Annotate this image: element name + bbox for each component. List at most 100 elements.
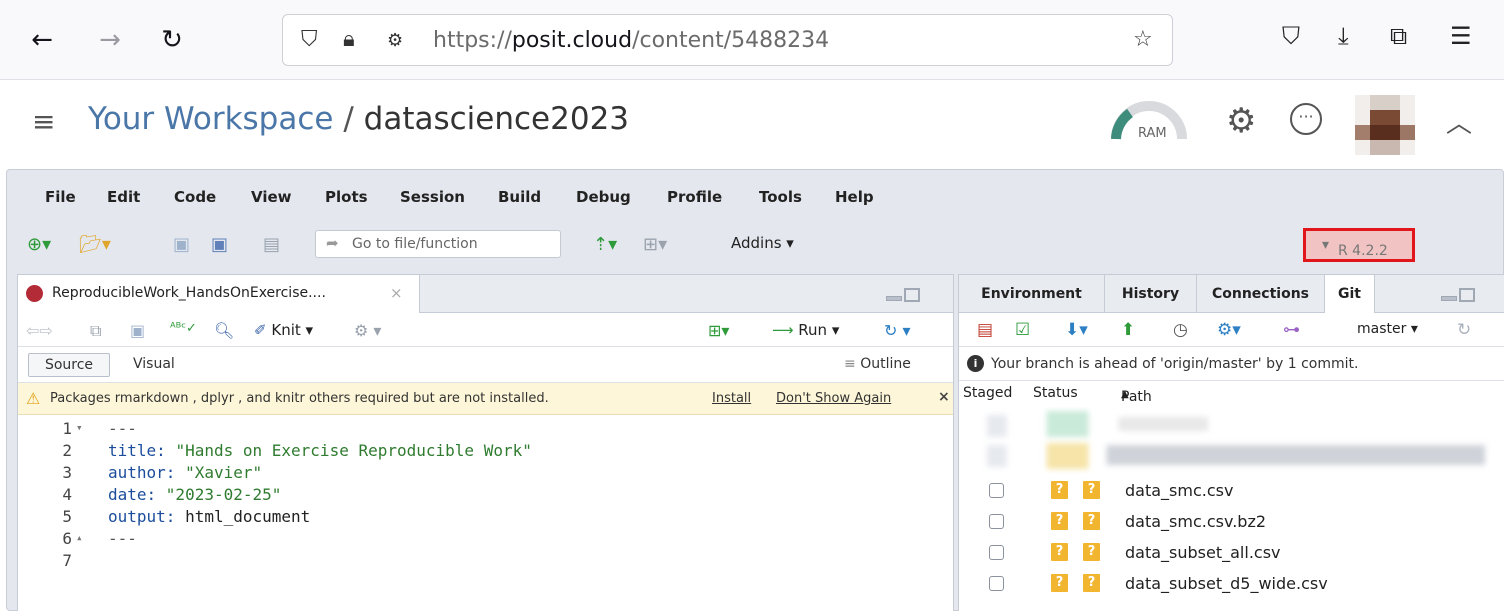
bookmark-star-icon[interactable]: ☆	[1133, 27, 1153, 52]
forward-icon[interactable]: →	[92, 22, 128, 58]
info-icon: i	[967, 355, 984, 372]
code-line[interactable]: 4 date: "2023-02-25"	[18, 485, 953, 507]
branch-selector[interactable]: master ▾	[1357, 321, 1418, 337]
more-options-icon[interactable]: ···	[1290, 103, 1322, 135]
missing-packages-warning: ⚠ Packages rmarkdown , dplyr , and knitr…	[18, 383, 953, 415]
addins-menu[interactable]: Addins ▾	[731, 234, 794, 252]
url-bar[interactable]: ⛉ 🔒︎ ⚙ https://posit.cloud/content/54882…	[282, 14, 1173, 66]
open-project-icon[interactable]: 📂︎▾	[79, 234, 111, 255]
close-tab-icon[interactable]: ×	[390, 284, 403, 302]
menu-tools[interactable]: Tools	[759, 188, 802, 206]
editor-tab[interactable]: ReproducibleWork_HandsOnExercise.... ×	[18, 275, 420, 313]
pull-icon[interactable]: ⬇▾	[1065, 320, 1088, 340]
r-version-button[interactable]: R 4.2.2 ▾	[1303, 228, 1415, 262]
menu-session[interactable]: Session	[400, 188, 465, 206]
spellcheck-icon[interactable]: ᴬᴮᶜ✓	[170, 321, 197, 336]
reload-icon[interactable]: ↻	[154, 22, 190, 58]
menu-file[interactable]: File	[45, 188, 76, 206]
ram-gauge-icon[interactable]: RAM	[1110, 99, 1188, 143]
avatar[interactable]	[1355, 95, 1415, 155]
push-icon[interactable]: ⬆	[1121, 320, 1135, 340]
sidebar-toggle-icon[interactable]: ≡	[32, 105, 55, 138]
menu-profile[interactable]: Profile	[667, 188, 722, 206]
pocket-icon[interactable]: ⛉	[1282, 22, 1300, 50]
menu-build[interactable]: Build	[498, 188, 541, 206]
visual-mode-button[interactable]: Visual	[133, 356, 175, 372]
staged-checkbox[interactable]	[989, 483, 1004, 498]
menu-icon[interactable]: ☰	[1450, 22, 1472, 50]
menu-help[interactable]: Help	[835, 188, 874, 206]
git-file-row[interactable]: ?? data_subset_d5_wide.csv	[959, 569, 1504, 600]
source-rerun-icon[interactable]: ↻ ▾	[884, 321, 911, 340]
url-text[interactable]: https://posit.cloud/content/5488234	[433, 28, 829, 53]
permissions-icon[interactable]: ⚙	[387, 30, 403, 51]
menu-code[interactable]: Code	[174, 188, 216, 206]
code-editor[interactable]: 1 ▾ --- 2 title: "Hands on Exercise Reproduc…	[18, 419, 953, 573]
pane-window-controls[interactable]	[886, 288, 922, 302]
show-in-window-icon[interactable]: ⧉	[90, 321, 101, 341]
code-line[interactable]: 1 ▾ ---	[18, 419, 953, 441]
source-mode-button[interactable]: Source	[28, 353, 110, 377]
install-packages-link[interactable]: Install	[712, 391, 751, 406]
commit-icon[interactable]: ☑	[1015, 320, 1030, 340]
col-staged[interactable]: Staged	[963, 385, 1012, 401]
code-line[interactable]: 2 title: "Hands on Exercise Reproducible …	[18, 441, 953, 463]
settings-gear-icon[interactable]: ⚙	[1226, 101, 1256, 141]
save-all-icon[interactable]: ▣	[211, 234, 228, 255]
git-file-row[interactable]: ?? data_smc.csv	[959, 476, 1504, 507]
back-forward-icon[interactable]: ⇦⇨	[26, 321, 53, 340]
pane-window-controls[interactable]	[1441, 288, 1477, 302]
insert-chunk-icon[interactable]: ⊞▾	[708, 321, 729, 340]
tab-connections[interactable]: Connections	[1197, 275, 1325, 313]
tab-environment[interactable]: Environment	[959, 275, 1105, 313]
render-options-icon[interactable]: ⚙ ▾	[354, 321, 381, 340]
save-icon[interactable]: ▣	[173, 234, 190, 255]
goto-file-input[interactable]: ➦ Go to file/function	[315, 230, 561, 258]
tracking-shield-icon[interactable]: ⛉	[301, 27, 318, 52]
code-line[interactable]: 7	[18, 551, 953, 573]
code-line[interactable]: 6 ▴ ---	[18, 529, 953, 551]
menu-edit[interactable]: Edit	[107, 188, 140, 206]
main-toolbar: ⊕▾ 📂︎▾ ▣ ▣ ▤ ➦ Go to file/function ⇡▾ ⊞▾…	[7, 226, 1503, 262]
staged-checkbox[interactable]	[989, 576, 1004, 591]
knit-button[interactable]: ✐ Knit ▾	[254, 321, 313, 339]
git-file-row[interactable]: ?? data_smc.csv.bz2	[959, 507, 1504, 538]
diff-icon[interactable]: ▤	[977, 320, 993, 340]
menu-debug[interactable]: Debug	[576, 188, 631, 206]
download-icon[interactable]: ⤓	[1338, 22, 1349, 50]
code-text: title: "Hands on Exercise Reproducible W…	[108, 441, 532, 460]
save-file-icon[interactable]: ▣	[130, 321, 145, 340]
breadcrumb: Your Workspace / datascience2023	[88, 101, 629, 137]
status-untracked-icon: ?	[1051, 481, 1068, 499]
new-file-icon[interactable]: ⊕▾	[27, 234, 51, 255]
lock-icon[interactable]: 🔒︎	[343, 27, 355, 52]
install-package-icon[interactable]: ⇡▾	[593, 234, 617, 255]
tab-git[interactable]: Git	[1325, 275, 1375, 313]
staged-checkbox[interactable]	[989, 514, 1004, 529]
breadcrumb-workspace[interactable]: Your Workspace	[88, 101, 333, 137]
extensions-icon[interactable]: ⧉	[1390, 22, 1407, 50]
collapse-header-icon[interactable]: ︿	[1446, 103, 1472, 140]
refresh-icon[interactable]: ↻	[1457, 320, 1471, 340]
menu-plots[interactable]: Plots	[325, 188, 368, 206]
print-icon[interactable]: ▤	[263, 234, 280, 255]
code-line[interactable]: 5 output: html_document	[18, 507, 953, 529]
code-line[interactable]: 3 author: "Xavier"	[18, 463, 953, 485]
col-status[interactable]: Status	[1033, 385, 1078, 401]
dismiss-warning-icon[interactable]: ×	[938, 389, 950, 405]
run-button[interactable]: ⟶ Run ▾	[772, 321, 839, 339]
menu-view[interactable]: View	[251, 188, 292, 206]
git-more-gear-icon[interactable]: ⚙▾	[1217, 320, 1241, 340]
dont-show-again-link[interactable]: Don't Show Again	[776, 391, 891, 406]
git-file-row[interactable]: ?? data_subset_all.csv	[959, 538, 1504, 569]
history-clock-icon[interactable]: ◷	[1173, 320, 1188, 340]
back-icon[interactable]: ←	[24, 22, 60, 58]
fold-marker-icon[interactable]: ▾	[76, 421, 83, 434]
staged-checkbox[interactable]	[989, 545, 1004, 560]
fold-marker-icon[interactable]: ▴	[76, 531, 83, 544]
new-branch-icon[interactable]: ⊶	[1283, 320, 1300, 340]
outline-button[interactable]: ≡ Outline	[844, 356, 911, 372]
pane-layout-icon[interactable]: ⊞▾	[643, 234, 667, 255]
find-replace-icon[interactable]: 🔍︎	[214, 321, 234, 340]
tab-history[interactable]: History	[1105, 275, 1197, 313]
